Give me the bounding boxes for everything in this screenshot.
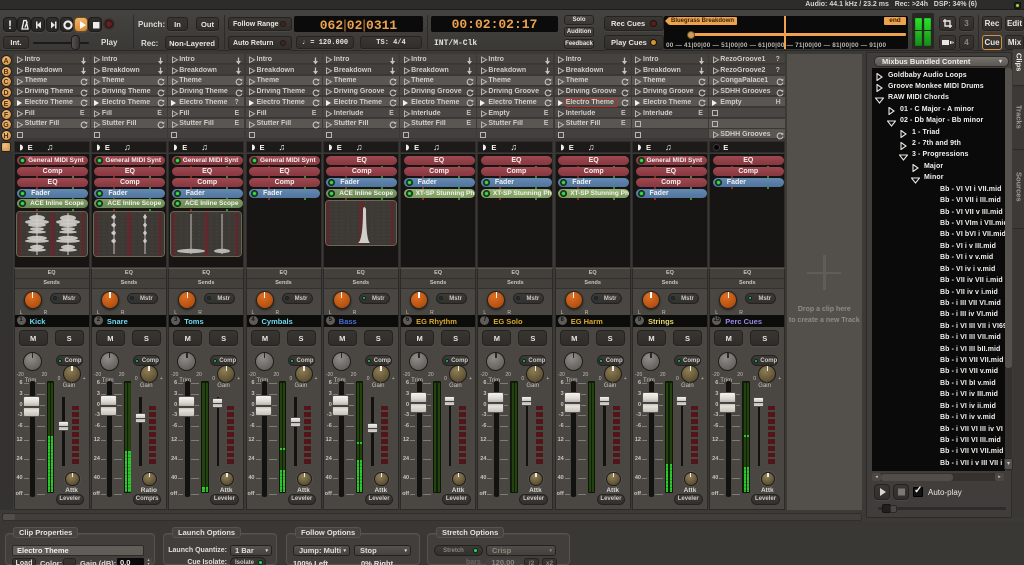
svg-text:!: !	[8, 18, 12, 32]
